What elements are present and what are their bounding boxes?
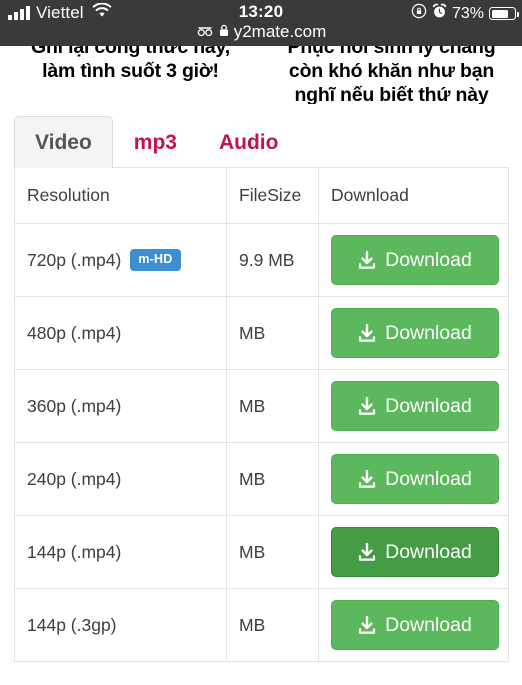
- resolution-label: 144p (.mp4): [27, 541, 122, 562]
- cell-filesize: MB: [226, 588, 319, 662]
- resolution-cell-content: 480p (.mp4): [27, 323, 214, 344]
- ad-left[interactable]: Ghi lại công thức này, làm tình suốt 3 g…: [0, 46, 261, 104]
- cell-filesize: MB: [226, 515, 319, 589]
- rotation-lock-icon: [411, 3, 427, 24]
- status-bar: Viettel 13:20 73% y2mate.com: [0, 0, 522, 46]
- download-button[interactable]: Download: [331, 527, 499, 577]
- download-button[interactable]: Download: [331, 308, 499, 358]
- table-row: 720p (.mp4) m-HD 9.9 MB Download: [14, 223, 509, 297]
- cell-filesize: MB: [226, 296, 319, 370]
- tab-audio[interactable]: Audio: [198, 116, 299, 168]
- cell-resolution: 720p (.mp4) m-HD: [14, 223, 227, 297]
- format-tabs: Video mp3 Audio: [14, 115, 508, 168]
- table-row: 480p (.mp4) MB Download: [14, 296, 509, 370]
- ad-banner-row: Ghi lại công thức này, làm tình suốt 3 g…: [0, 46, 522, 104]
- download-icon: [358, 323, 376, 343]
- download-icon: [358, 396, 376, 416]
- column-header-resolution: Resolution: [14, 167, 227, 224]
- table-row: 144p (.mp4) MB Download: [14, 515, 509, 589]
- download-button-label: Download: [385, 321, 472, 344]
- table-row: 240p (.mp4) MB Download: [14, 442, 509, 516]
- resolution-label: 720p (.mp4): [27, 249, 122, 270]
- download-button-label: Download: [385, 613, 472, 636]
- download-button[interactable]: Download: [331, 381, 499, 431]
- battery-percent-label: 73%: [451, 4, 484, 22]
- download-icon: [358, 542, 376, 562]
- tab-audio-label: Audio: [218, 130, 279, 154]
- cell-download: Download: [318, 588, 509, 662]
- resolution-label: 360p (.mp4): [27, 395, 122, 416]
- resolution-cell-content: 144p (.3gp): [27, 615, 214, 636]
- column-header-filesize: FileSize: [226, 167, 319, 224]
- download-button[interactable]: Download: [331, 454, 499, 504]
- download-button[interactable]: Download: [331, 600, 499, 650]
- cell-resolution: 480p (.mp4): [14, 296, 227, 370]
- resolution-cell-content: 360p (.mp4): [27, 396, 214, 417]
- tab-video-label: Video: [35, 130, 92, 154]
- lock-icon: [219, 22, 229, 42]
- download-table-wrapper: Resolution FileSize Download 720p (.mp4)…: [14, 167, 509, 662]
- cell-download: Download: [318, 296, 509, 370]
- download-icon: [358, 469, 376, 489]
- ad-right[interactable]: Phục hồi sinh lý chẳng còn khó khăn như …: [261, 46, 522, 104]
- ad-left-line-2: làm tình suốt 3 giờ!: [42, 60, 219, 82]
- ad-right-line-3: nghĩ nếu biết thứ này: [294, 84, 489, 104]
- resolution-label: 240p (.mp4): [27, 468, 122, 489]
- download-button-label: Download: [385, 467, 472, 490]
- alarm-clock-icon: [432, 3, 447, 24]
- battery-icon: [489, 7, 519, 20]
- cell-resolution: 144p (.3gp): [14, 588, 227, 662]
- download-button-label: Download: [385, 248, 472, 271]
- tab-mp3[interactable]: mp3: [113, 116, 198, 168]
- cell-resolution: 144p (.mp4): [14, 515, 227, 589]
- table-row: 144p (.3gp) MB Download: [14, 588, 509, 662]
- resolution-cell-content: 240p (.mp4): [27, 469, 214, 490]
- cell-download: Download: [318, 369, 509, 443]
- ad-right-line-1: Phục hồi sinh lý chẳng: [287, 46, 496, 58]
- private-browsing-glasses-icon: [196, 22, 214, 42]
- column-header-download: Download: [318, 167, 509, 224]
- quality-badge: m-HD: [130, 249, 181, 271]
- download-icon: [358, 615, 376, 635]
- download-button-label: Download: [385, 540, 472, 563]
- table-body: 720p (.mp4) m-HD 9.9 MB Download 480p (.mp4)…: [14, 223, 509, 662]
- table-row: 360p (.mp4) MB Download: [14, 369, 509, 443]
- status-bar-right: 73%: [411, 3, 519, 24]
- ad-right-line-2: còn khó khăn như bạn: [288, 60, 495, 82]
- cell-filesize: MB: [226, 442, 319, 516]
- download-icon: [358, 250, 376, 270]
- cell-download: Download: [318, 515, 509, 589]
- address-bar[interactable]: y2mate.com: [0, 22, 522, 42]
- cell-download: Download: [318, 223, 509, 297]
- download-button[interactable]: Download: [331, 235, 499, 285]
- resolution-cell-content: 144p (.mp4): [27, 542, 214, 563]
- cell-filesize: 9.9 MB: [226, 223, 319, 297]
- table-header-row: Resolution FileSize Download: [14, 167, 509, 224]
- tab-video[interactable]: Video: [14, 116, 113, 168]
- resolution-label: 480p (.mp4): [27, 322, 122, 343]
- cell-download: Download: [318, 442, 509, 516]
- resolution-cell-content: 720p (.mp4) m-HD: [27, 249, 214, 271]
- cell-resolution: 360p (.mp4): [14, 369, 227, 443]
- download-button-label: Download: [385, 394, 472, 417]
- resolution-label: 144p (.3gp): [27, 614, 117, 635]
- url-text: y2mate.com: [233, 22, 327, 41]
- cell-filesize: MB: [226, 369, 319, 443]
- tab-mp3-label: mp3: [133, 130, 177, 154]
- page-bottom-spacer: [0, 662, 522, 685]
- ad-left-line-1: Ghi lại công thức này,: [31, 46, 230, 58]
- download-table: Resolution FileSize Download 720p (.mp4)…: [14, 167, 509, 662]
- cell-resolution: 240p (.mp4): [14, 442, 227, 516]
